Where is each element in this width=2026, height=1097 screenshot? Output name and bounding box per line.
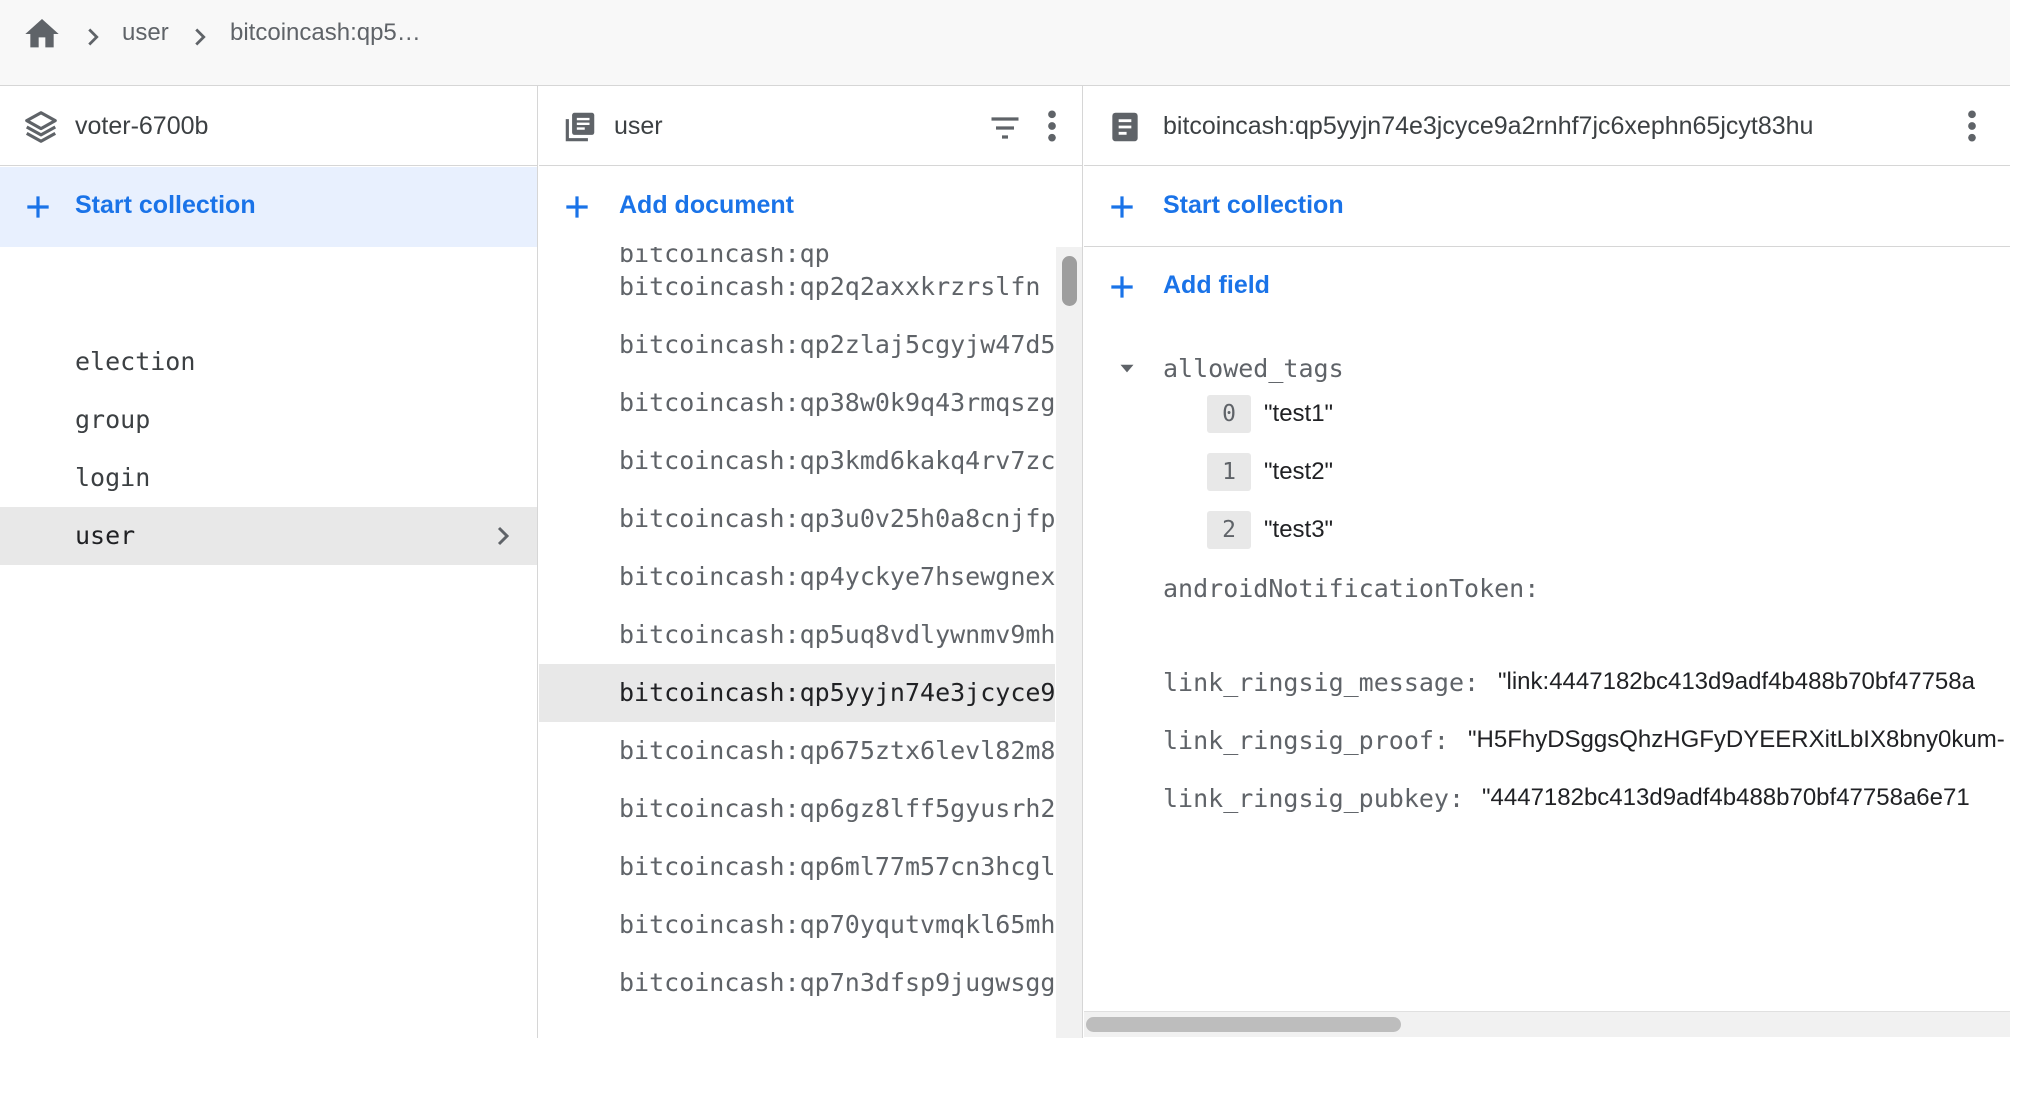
document-id: bitcoincash:qp5yyjn74e3jcyce9 [619,678,1055,707]
root-panel-header: voter-6700b [0,86,537,166]
add-field-label: Add field [1163,271,1270,299]
document-id: bitcoincash:qp3u0v25h0a8cnjfp [619,504,1055,533]
collection-title: user [614,112,663,140]
document-panel-header: bitcoincash:qp5yyjn74e3jcyce9a2rnhf7jc6x… [1084,86,2010,166]
document-id: bitcoincash:qp70yqutvmqkl65mh [619,910,1055,939]
collection-item-group[interactable]: group [0,391,537,449]
start-collection-label: Start collection [1163,191,1344,219]
field-value[interactable]: "H5FhyDSggsQhzHGFyDYEERXitLbIX8bny0kum- [1468,726,2005,754]
list-item[interactable]: bitcoincash:qp3kmd6kakq4rv7zc [539,432,1055,490]
array-value[interactable]: "test2" [1264,458,1333,486]
list-item-selected[interactable]: bitcoincash:qp5yyjn74e3jcyce9 [539,664,1055,722]
start-collection-button[interactable]: Start collection [0,167,537,247]
more-vert-icon[interactable] [1037,106,1067,146]
field-key[interactable]: link_ringsig_proof: [1163,726,1449,755]
array-index-badge: 1 [1207,453,1251,491]
add-document-button[interactable]: Add document [539,167,1082,247]
document-list: bitcoincash:qp bitcoincash:qp2q2axxkrzrs… [539,247,1055,1038]
collection-name: login [75,463,151,492]
document-id: bitcoincash:qp4yckye7hsewgnex [619,562,1055,591]
document-id: bitcoincash:qp6ml77m57cn3hcgl [619,852,1055,881]
more-vert-icon[interactable] [1957,106,1987,146]
field-key[interactable]: androidNotificationToken: [1163,574,1539,603]
breadcrumb-item-collection[interactable]: user [122,19,169,47]
horizontal-scrollbar-thumb[interactable] [1086,1017,1401,1032]
chevron-right-icon [497,526,510,546]
document-title: bitcoincash:qp5yyjn74e3jcyce9a2rnhf7jc6x… [1163,112,1814,140]
breadcrumb-bar: user bitcoincash:qp5… [0,0,2026,86]
list-item[interactable]: bitcoincash:qp5uq8vdlywnmv9mh [539,606,1055,664]
list-item[interactable]: bitcoincash:qp38w0k9q43rmqszg [539,374,1055,432]
document-fields: Add field allowed_tags 0 "test1" 1 "test… [1084,247,2010,1097]
add-document-label: Add document [619,191,794,219]
plus-icon [1111,196,1133,218]
document-id: bitcoincash:qp675ztx6levl82m8 [619,736,1055,765]
breadcrumb-item-document[interactable]: bitcoincash:qp5… [230,19,421,47]
document-id: bitcoincash:qp5uq8vdlywnmv9mh [619,620,1055,649]
document-id: bitcoincash:qp2q2axxkrzrslfn [619,272,1041,301]
document-icon [1112,112,1138,142]
chevron-right-icon [88,28,99,46]
plus-icon [1111,276,1133,298]
list-item[interactable]: bitcoincash:qp2zlaj5cgyjw47d5 [539,316,1055,374]
collection-item-election[interactable]: election [0,333,537,391]
vertical-scrollbar[interactable] [1056,247,1082,1038]
vertical-scrollbar-thumb[interactable] [1062,256,1077,306]
plus-icon [27,196,49,218]
home-icon[interactable] [22,14,62,54]
start-collection-label: Start collection [75,191,256,219]
filter-icon[interactable] [987,110,1023,146]
document-id: bitcoincash:qp7n3dfsp9jugwsgg [619,968,1055,997]
field-key[interactable]: link_ringsig_pubkey: [1163,784,1464,813]
document-id: bitcoincash:qp3kmd6kakq4rv7zc [619,446,1055,475]
document-id: bitcoincash:qp38w0k9q43rmqszg [619,388,1055,417]
collection-item-login[interactable]: login [0,449,537,507]
plus-icon [566,196,588,218]
collection-panel-header: user [539,86,1082,166]
arrow-drop-down-icon[interactable] [1114,355,1140,381]
database-stack-icon [25,111,57,143]
list-item[interactable]: bitcoincash:qp4yckye7hsewgnex [539,548,1055,606]
collection-name: user [75,521,136,550]
project-title: voter-6700b [75,112,209,140]
field-key[interactable]: link_ringsig_message: [1163,668,1479,697]
list-item[interactable]: bitcoincash:qp2q2axxkrzrslfn [539,258,1055,316]
list-item[interactable]: bitcoincash:qp6ml77m57cn3hcgl [539,838,1055,896]
window-edge [2010,0,2026,1038]
document-id: bitcoincash:qp6gz8lff5gyusrh2 [619,794,1055,823]
collection-item-user[interactable]: user [0,507,537,565]
array-index-badge: 0 [1207,395,1251,433]
collection-icon [565,112,595,142]
add-field-button[interactable]: Add field [1084,247,2010,327]
field-value[interactable]: "4447182bc413d9adf4b488b70bf47758a6e71 [1482,784,1970,812]
field-key-allowed-tags[interactable]: allowed_tags [1163,354,1344,383]
array-index-badge: 2 [1207,511,1251,549]
collection-panel: user Add document bitcoincash:qp bitcoin… [539,86,1083,1038]
start-subcollection-button[interactable]: Start collection [1084,167,2010,247]
chevron-right-icon [195,28,206,46]
list-item[interactable]: bitcoincash:qp675ztx6levl82m8 [539,722,1055,780]
collection-name: election [75,347,196,376]
root-panel: voter-6700b Start collection election gr… [0,86,538,1038]
document-panel: bitcoincash:qp5yyjn74e3jcyce9a2rnhf7jc6x… [1084,86,2010,1038]
array-value[interactable]: "test3" [1264,516,1333,544]
list-item[interactable]: bitcoincash:qp6gz8lff5gyusrh2 [539,780,1055,838]
list-item[interactable]: bitcoincash:qp7n3dfsp9jugwsgg [539,954,1055,1012]
list-item[interactable]: bitcoincash:qp70yqutvmqkl65mh [539,896,1055,954]
list-item[interactable]: bitcoincash:qp3u0v25h0a8cnjfp [539,490,1055,548]
array-value[interactable]: "test1" [1264,400,1333,428]
document-id: bitcoincash:qp2zlaj5cgyjw47d5 [619,330,1055,359]
collection-name: group [75,405,151,434]
field-value[interactable]: "link:4447182bc413d9adf4b488b70bf47758a [1498,668,1975,696]
